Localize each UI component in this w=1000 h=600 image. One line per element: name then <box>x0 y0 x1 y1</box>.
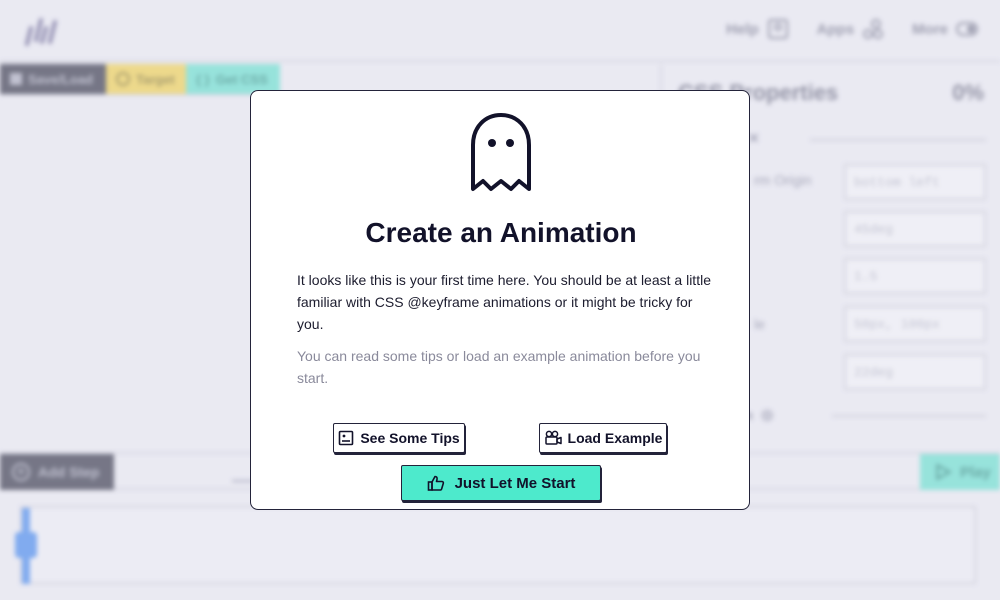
just-start-button[interactable]: Just Let Me Start <box>401 465 601 501</box>
tips-card-icon <box>339 430 354 446</box>
see-tips-button[interactable]: See Some Tips <box>333 423 465 453</box>
load-example-label: Load Example <box>567 430 663 446</box>
ghost-icon <box>471 113 531 191</box>
just-start-label: Just Let Me Start <box>454 474 576 492</box>
video-camera-icon <box>544 430 562 445</box>
create-animation-modal: Create an Animation It looks like this i… <box>250 90 750 510</box>
modal-description: It looks like this is your first time he… <box>297 272 711 332</box>
modal-title: Create an Animation <box>365 217 637 248</box>
see-tips-label: See Some Tips <box>360 430 460 446</box>
thumbs-up-icon <box>427 475 444 491</box>
modal-subtext: You can read some tips or load an exampl… <box>297 348 701 386</box>
load-example-button[interactable]: Load Example <box>539 423 667 453</box>
